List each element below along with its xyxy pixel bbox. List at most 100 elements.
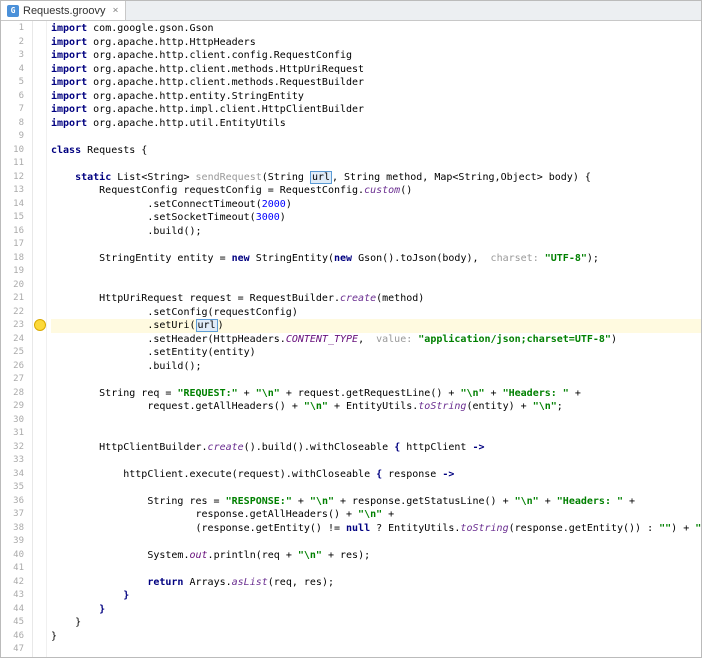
line-number: 47 (1, 643, 32, 657)
code-line[interactable]: System.out.println(req + "\n" + res); (51, 549, 701, 563)
line-number: 23 (1, 319, 32, 333)
line-number: 42 (1, 576, 32, 590)
code-line[interactable]: import org.apache.http.client.methods.Re… (51, 76, 701, 90)
code-line[interactable] (51, 279, 701, 293)
line-number: 18 (1, 252, 32, 266)
code-line[interactable] (51, 562, 701, 576)
line-number: 44 (1, 603, 32, 617)
line-number: 2 (1, 36, 32, 50)
code-line[interactable]: import org.apache.http.entity.StringEnti… (51, 90, 701, 104)
line-number: 38 (1, 522, 32, 536)
code-line[interactable]: .setEntity(entity) (51, 346, 701, 360)
line-number: 10 (1, 144, 32, 158)
code-line[interactable]: static List<String> sendRequest(String u… (51, 171, 701, 185)
code-line[interactable]: } (51, 589, 701, 603)
code-line[interactable] (51, 427, 701, 441)
code-line[interactable]: request.getAllHeaders() + "\n" + EntityU… (51, 400, 701, 414)
line-number: 7 (1, 103, 32, 117)
code-line[interactable]: .build(); (51, 360, 701, 374)
code-line[interactable]: import org.apache.http.client.methods.Ht… (51, 63, 701, 77)
tab-bar: G Requests.groovy × (1, 1, 701, 21)
line-number: 4 (1, 63, 32, 77)
line-number: 13 (1, 184, 32, 198)
line-number: 32 (1, 441, 32, 455)
code-line[interactable] (51, 130, 701, 144)
code-line[interactable] (51, 454, 701, 468)
line-number: 5 (1, 76, 32, 90)
line-number: 22 (1, 306, 32, 320)
line-number: 11 (1, 157, 32, 171)
code-line[interactable] (51, 414, 701, 428)
line-number: 27 (1, 373, 32, 387)
line-number: 8 (1, 117, 32, 131)
line-number: 26 (1, 360, 32, 374)
tab-title: Requests.groovy (23, 5, 106, 17)
line-number: 1 (1, 22, 32, 36)
code-line[interactable]: (response.getEntity() != null ? EntityUt… (51, 522, 701, 536)
code-line[interactable] (51, 373, 701, 387)
code-line[interactable]: .setUri(url) (51, 319, 701, 333)
code-line[interactable]: import com.google.gson.Gson (51, 22, 701, 36)
line-number: 46 (1, 630, 32, 644)
code-line[interactable]: String req = "REQUEST:" + "\n" + request… (51, 387, 701, 401)
line-number: 31 (1, 427, 32, 441)
groovy-file-icon: G (7, 5, 19, 17)
line-number: 34 (1, 468, 32, 482)
line-number: 20 (1, 279, 32, 293)
line-number-gutter: 1234567891011121314151617181920212223242… (1, 21, 33, 657)
code-line[interactable]: class Requests { (51, 144, 701, 158)
line-number: 30 (1, 414, 32, 428)
code-line[interactable]: return Arrays.asList(req, res); (51, 576, 701, 590)
line-number: 35 (1, 481, 32, 495)
line-number: 15 (1, 211, 32, 225)
editor-tab[interactable]: G Requests.groovy × (1, 1, 126, 20)
line-number: 45 (1, 616, 32, 630)
code-line[interactable] (51, 238, 701, 252)
line-number: 43 (1, 589, 32, 603)
code-line[interactable]: HttpClientBuilder.create().build().withC… (51, 441, 701, 455)
code-line[interactable] (51, 157, 701, 171)
code-line[interactable]: .build(); (51, 225, 701, 239)
line-number: 16 (1, 225, 32, 239)
code-line[interactable] (51, 643, 701, 657)
code-line[interactable]: .setHeader(HttpHeaders.CONTENT_TYPE, val… (51, 333, 701, 347)
line-number: 19 (1, 265, 32, 279)
line-number: 3 (1, 49, 32, 63)
line-number: 17 (1, 238, 32, 252)
code-editor[interactable]: 1234567891011121314151617181920212223242… (1, 21, 701, 657)
line-number: 37 (1, 508, 32, 522)
code-line[interactable]: HttpUriRequest request = RequestBuilder.… (51, 292, 701, 306)
code-line[interactable]: httpClient.execute(request).withCloseabl… (51, 468, 701, 482)
line-number: 41 (1, 562, 32, 576)
code-line[interactable] (51, 265, 701, 279)
close-icon[interactable]: × (113, 5, 119, 16)
line-number: 39 (1, 535, 32, 549)
code-line[interactable]: } (51, 630, 701, 644)
code-line[interactable] (51, 535, 701, 549)
code-line[interactable]: RequestConfig requestConfig = RequestCon… (51, 184, 701, 198)
code-line[interactable]: StringEntity entity = new StringEntity(n… (51, 252, 701, 266)
line-number: 9 (1, 130, 32, 144)
code-line[interactable]: .setConnectTimeout(2000) (51, 198, 701, 212)
code-line[interactable]: String res = "RESPONSE:" + "\n" + respon… (51, 495, 701, 509)
lightbulb-icon[interactable] (34, 319, 46, 331)
line-number: 14 (1, 198, 32, 212)
line-number: 6 (1, 90, 32, 104)
code-line[interactable]: } (51, 616, 701, 630)
line-number: 24 (1, 333, 32, 347)
code-line[interactable]: import org.apache.http.impl.client.HttpC… (51, 103, 701, 117)
line-number: 33 (1, 454, 32, 468)
code-line[interactable]: .setSocketTimeout(3000) (51, 211, 701, 225)
line-number: 21 (1, 292, 32, 306)
code-line[interactable]: import org.apache.http.util.EntityUtils (51, 117, 701, 131)
code-area[interactable]: import com.google.gson.Gsonimport org.ap… (47, 21, 701, 657)
code-line[interactable]: .setConfig(requestConfig) (51, 306, 701, 320)
code-line[interactable]: import org.apache.http.client.config.Req… (51, 49, 701, 63)
code-line[interactable]: response.getAllHeaders() + "\n" + (51, 508, 701, 522)
line-number: 29 (1, 400, 32, 414)
code-line[interactable]: import org.apache.http.HttpHeaders (51, 36, 701, 50)
line-number: 40 (1, 549, 32, 563)
code-line[interactable] (51, 481, 701, 495)
code-line[interactable]: } (51, 603, 701, 617)
line-number: 28 (1, 387, 32, 401)
